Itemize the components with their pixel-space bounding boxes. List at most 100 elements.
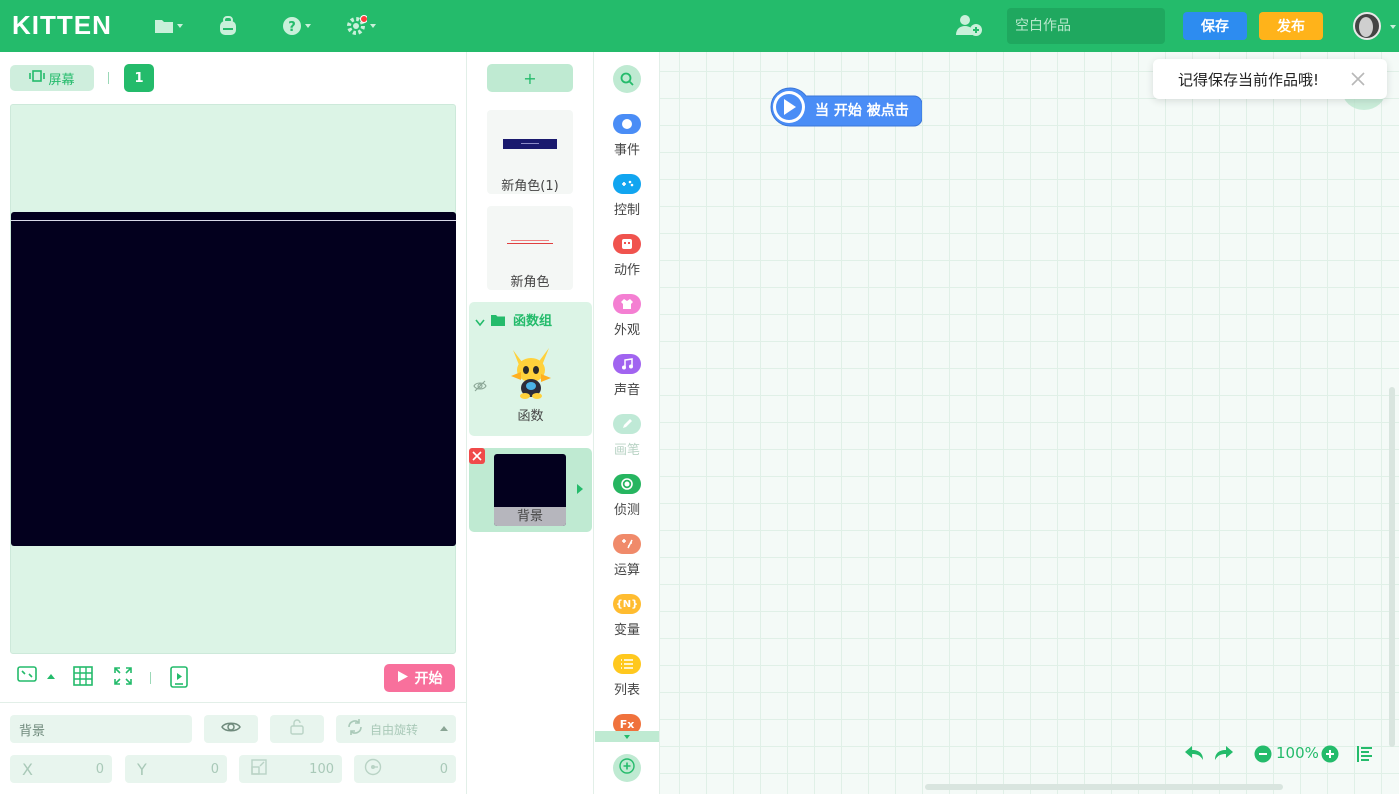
category-sensing[interactable]: 侦测 [594,474,660,518]
background-thumbnail: 背景 [494,454,566,526]
direction-icon [364,758,382,780]
zoom-in-icon[interactable] [1321,745,1339,767]
canvas-top-line [11,220,456,221]
category-label: 画笔 [613,443,640,458]
category-variables[interactable]: {N} 变量 [594,594,660,638]
category-label: 运算 [613,563,640,578]
sprite-label: 新角色 [510,275,550,290]
screen-icon [29,70,46,86]
screen-button[interactable]: 屏幕 [10,65,94,91]
zoom-out-icon[interactable] [1254,745,1272,767]
help-menu-icon[interactable]: ? [282,14,311,38]
category-looks[interactable]: 外观 [594,294,660,338]
function-group[interactable]: 函数组 函数 [469,302,592,436]
sprite-name-field[interactable]: 背景 [10,715,192,743]
save-reminder-toast: 记得保存当前作品哦! [1153,59,1387,99]
category-sound[interactable]: 声音 [594,354,660,398]
file-menu-icon[interactable] [154,14,183,38]
category-label: 声音 [613,383,640,398]
grid-icon[interactable] [73,666,93,686]
device-preview-icon[interactable] [169,666,189,688]
x-position-field[interactable]: X 0 [10,755,112,783]
direction-field[interactable]: 0 [354,755,456,783]
save-button[interactable]: 保存 [1183,12,1247,40]
publish-button[interactable]: 发布 [1259,12,1323,40]
stage-size-caret-up-icon[interactable] [47,674,55,679]
avatar-chevron-down-icon[interactable] [1390,25,1396,29]
category-lists[interactable]: 列表 [594,654,660,698]
function-sprite-thumbnail [505,346,555,404]
vertical-scrollbar[interactable] [1389,387,1395,747]
svg-text:?: ? [288,20,296,35]
settings-menu-icon[interactable] [345,14,376,38]
toast-text: 记得保存当前作品哦! [1178,70,1320,89]
visibility-toggle[interactable] [204,715,258,743]
screen-page-1[interactable]: 1 [124,64,154,92]
block-category-panel: 事件 控制 动作 外观 声音 画笔 侦测 运算 {N} 变量 列表 Fx [594,52,660,794]
code-workspace[interactable]: 当 开始 被点击 记得保存当前作品哦! 100% [660,52,1399,794]
screen-label: 屏幕 [48,72,75,88]
redo-icon[interactable] [1214,744,1234,766]
category-operators[interactable]: 运算 [594,534,660,578]
category-pen[interactable]: 画笔 [594,414,660,458]
chevron-right-icon[interactable] [577,484,583,494]
project-title-input[interactable] [1007,8,1165,44]
scroll-down-button[interactable] [595,731,659,742]
category-events[interactable]: 事件 [594,114,660,158]
divider [150,672,151,684]
caret-up-icon [440,726,448,731]
stage-canvas[interactable] [11,212,456,546]
category-control[interactable]: 控制 [594,174,660,218]
stage-area[interactable] [10,104,456,654]
direction-value: 0 [439,761,448,777]
align-blocks-icon[interactable] [1357,746,1373,766]
backpack-icon[interactable] [217,14,239,38]
start-button[interactable]: 开始 [384,664,455,692]
close-icon[interactable] [1351,72,1365,90]
sprite-label: 新角色(1) [501,179,559,194]
divider [0,702,466,703]
y-position-field[interactable]: Y 0 [125,755,227,783]
category-motion[interactable]: 动作 [594,234,660,278]
category-label: 侦测 [613,503,640,518]
sprite-thumbnail [503,139,557,149]
scale-icon [251,759,267,779]
scale-value: 100 [309,761,334,777]
rotation-mode-select[interactable]: 自由旋转 [336,715,456,743]
scale-field[interactable]: 100 [239,755,342,783]
start-label: 开始 [414,671,443,687]
search-icon[interactable] [613,65,641,93]
undo-icon[interactable] [1184,744,1204,766]
control-icon [613,174,641,194]
sensing-icon [613,474,641,494]
plus-circle-icon [619,758,635,778]
chevron-down-icon[interactable] [475,312,485,331]
user-avatar[interactable] [1353,12,1381,40]
app-logo[interactable]: KITTEN [12,10,112,41]
sprite-card-1[interactable]: 新角色(1) [487,110,573,194]
stage-size-icon[interactable] [17,666,37,682]
x-label: X [22,759,33,779]
sprite-card-2[interactable]: 新角色 [487,206,573,290]
add-collaborator-icon[interactable] [956,13,982,37]
delete-close-icon[interactable] [469,448,485,464]
rotate-icon [346,718,364,740]
fullscreen-icon[interactable] [113,666,133,686]
category-label: 事件 [613,143,640,158]
lock-toggle[interactable] [270,715,324,743]
when-start-clicked-block[interactable]: 当 开始 被点击 [768,85,922,127]
motion-icon [613,234,641,254]
category-label: 列表 [613,683,640,698]
add-sprite-button[interactable]: + [487,64,573,92]
horizontal-scrollbar[interactable] [925,784,1283,790]
top-bar: KITTEN ? 保存 发布 [0,0,1399,52]
add-extension-button[interactable] [613,754,641,782]
looks-shirt-icon [613,294,641,314]
rotation-mode-label: 自由旋转 [370,722,419,737]
hidden-eye-icon[interactable] [473,377,487,396]
operators-icon [613,534,641,554]
background-card[interactable]: 背景 [469,448,592,532]
sprite-label: 函数 [517,409,544,424]
chevron-down-icon [624,734,630,739]
lock-icon [289,719,305,739]
